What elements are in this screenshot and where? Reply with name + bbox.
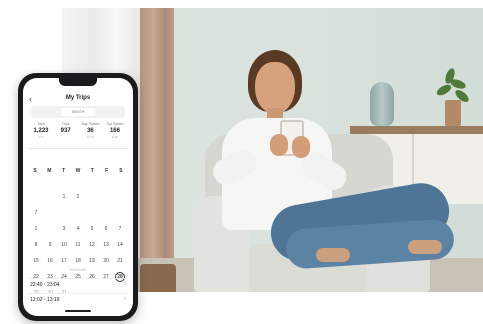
calendar-day[interactable]: 5 bbox=[85, 224, 99, 234]
weekday-label: F bbox=[105, 168, 109, 174]
foot bbox=[316, 248, 350, 262]
phone-notch bbox=[59, 78, 97, 86]
calendar-empty-cell bbox=[85, 192, 99, 202]
tab-month[interactable]: MONTH bbox=[61, 108, 95, 116]
calendar-day[interactable]: 1 bbox=[57, 192, 71, 202]
weekday-label: T bbox=[62, 168, 66, 174]
home-indicator bbox=[65, 310, 91, 312]
stat-label: Trips bbox=[61, 122, 70, 126]
weekday-label: W bbox=[75, 168, 81, 174]
tan-curtain bbox=[140, 8, 174, 292]
stat-item: Top Speed 166 km/h bbox=[103, 122, 127, 139]
weekday-label: S bbox=[119, 168, 123, 174]
calendar-day[interactable]: 7 bbox=[113, 224, 127, 234]
foot bbox=[408, 240, 442, 254]
calendar-day[interactable]: 19 bbox=[85, 256, 99, 266]
phone-screen: ‹ My Trips MONTH Time 1,223 min Trips 937 Avg… bbox=[23, 78, 133, 316]
calendar-day[interactable]: 8 bbox=[29, 240, 43, 250]
calendar-day[interactable]: 12 bbox=[85, 240, 99, 250]
calendar-day[interactable]: 13 bbox=[99, 240, 113, 250]
trip-time: 22:40 - 23:04 bbox=[30, 282, 60, 288]
calendar-empty-cell bbox=[99, 192, 113, 202]
stat-value: 1,223 bbox=[33, 128, 49, 134]
wooden-shelf bbox=[350, 126, 483, 134]
calendar-weekdays: SMTWTFS bbox=[29, 168, 127, 174]
stat-label: Time bbox=[37, 122, 45, 126]
stat-item: Time 1,223 min bbox=[29, 122, 53, 139]
hand-right bbox=[292, 136, 310, 158]
plant-pot bbox=[445, 100, 461, 126]
calendar-day[interactable]: 3 bbox=[57, 224, 71, 234]
weekday-label: T bbox=[90, 168, 94, 174]
calendar-day[interactable]: 2 bbox=[71, 192, 85, 202]
phone-mockup: ‹ My Trips MONTH Time 1,223 min Trips 937 Avg… bbox=[18, 73, 138, 321]
calendar-day[interactable]: 21 bbox=[113, 256, 127, 266]
trips-section-title: SUNDAY bbox=[69, 268, 87, 272]
calendar-empty-cell bbox=[113, 192, 127, 202]
calendar-empty-cell bbox=[71, 208, 85, 218]
calendar-empty-cell bbox=[57, 208, 71, 218]
calendar-day[interactable]: 7 bbox=[29, 208, 43, 218]
vase bbox=[370, 82, 394, 126]
side-table bbox=[140, 264, 176, 292]
page-title: My Trips bbox=[65, 95, 91, 101]
calendar-day[interactable]: 11 bbox=[71, 240, 85, 250]
calendar-day[interactable]: 18 bbox=[71, 256, 85, 266]
stat-value: 937 bbox=[60, 128, 71, 134]
trip-row[interactable]: 22:40 - 23:04 › bbox=[27, 278, 129, 292]
trip-row[interactable]: 12:02 - 13:19 › bbox=[27, 293, 129, 307]
divider bbox=[29, 148, 127, 149]
stat-value: 36 bbox=[86, 128, 94, 134]
calendar-day[interactable]: 10 bbox=[57, 240, 71, 250]
chevron-right-icon: › bbox=[124, 296, 126, 302]
calendar-empty-cell bbox=[99, 208, 113, 218]
trip-stats: Time 1,223 min Trips 937 Avg. Speed 36 km/h Top … bbox=[29, 122, 127, 139]
calendar-day[interactable]: 16 bbox=[43, 256, 57, 266]
calendar-empty-cell bbox=[43, 224, 57, 234]
calendar-day[interactable]: 15 bbox=[29, 256, 43, 266]
woman-face bbox=[255, 62, 295, 114]
stat-unit: min bbox=[38, 135, 44, 139]
hand-left bbox=[270, 134, 288, 156]
weekday-label: M bbox=[47, 168, 52, 174]
stat-unit: km/h bbox=[87, 135, 94, 139]
calendar-empty-cell bbox=[43, 192, 57, 202]
trip-time: 12:02 - 13:19 bbox=[30, 297, 60, 303]
calendar-empty-cell bbox=[29, 192, 43, 202]
stat-label: Top Speed bbox=[106, 122, 124, 126]
calendar-day[interactable]: 4 bbox=[71, 224, 85, 234]
stat-label: Avg. Speed bbox=[81, 122, 100, 126]
weekday-label: S bbox=[33, 168, 37, 174]
stat-value: 166 bbox=[109, 128, 120, 134]
chevron-right-icon: › bbox=[124, 281, 126, 287]
period-tabs: MONTH bbox=[31, 106, 125, 118]
calendar-empty-cell bbox=[85, 208, 99, 218]
stat-item: Avg. Speed 36 km/h bbox=[78, 122, 102, 139]
calendar-day[interactable]: 20 bbox=[99, 256, 113, 266]
calendar-day[interactable]: 9 bbox=[43, 240, 57, 250]
calendar-empty-cell bbox=[43, 208, 57, 218]
stat-item: Trips 937 bbox=[54, 122, 78, 139]
stat-unit: km/h bbox=[111, 135, 119, 139]
calendar-day[interactable]: 14 bbox=[113, 240, 127, 250]
calendar-day[interactable]: 1 bbox=[29, 224, 43, 234]
calendar-empty-cell bbox=[113, 208, 127, 218]
calendar-day[interactable]: 6 bbox=[99, 224, 113, 234]
calendar-day[interactable]: 17 bbox=[57, 256, 71, 266]
